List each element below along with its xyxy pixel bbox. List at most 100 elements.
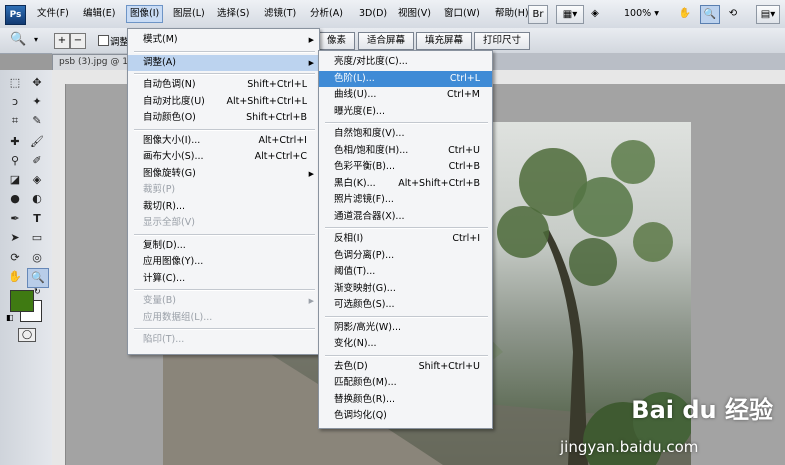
swap-colors-icon[interactable]: ↻ [34,287,41,296]
paint-bucket-icon[interactable]: ◈ [27,171,47,189]
adjust-menu-item[interactable]: 可选颜色(S)... [319,297,492,313]
print-size-button[interactable]: 打印尺寸 [474,32,531,50]
adjust-menu-item[interactable]: 色阶(L)... Ctrl+L [319,70,492,87]
eyedropper-icon[interactable]: ✎ [27,112,47,130]
rectangle-tool-icon[interactable]: ▭ [27,229,47,247]
menu-separator [134,328,315,330]
image-menu-item[interactable]: 画布大小(S)... Alt+Ctrl+C [128,149,319,165]
image-menu-item-shortcut: Shift+Ctrl+B [246,112,307,123]
zoom-in-icon[interactable]: + [54,33,70,49]
menu-9[interactable]: 窗口(W) [441,6,483,22]
adjust-menu-item[interactable]: 阴影/高光(W)... [319,320,492,336]
image-menu-item[interactable]: 图像旋转(G) ▶ [128,166,319,182]
image-menu-item[interactable]: 计算(C)... [128,271,319,287]
menu-10[interactable]: 帮助(H) [492,6,532,22]
bridge-icon[interactable]: Br [528,5,548,24]
menu-3[interactable]: 图层(L) [170,6,208,22]
blur-tool-icon[interactable]: ● [5,190,25,208]
menu-5[interactable]: 滤镜(T) [261,6,299,22]
menu-0[interactable]: 文件(F) [34,6,72,22]
hand-tool-icon[interactable]: ✋ [5,268,25,286]
menu-8[interactable]: 视图(V) [395,6,434,22]
adjust-menu-item[interactable]: 自然饱和度(V)... [319,126,492,142]
marquee-tool-icon[interactable]: ⬚ [5,74,25,92]
rotate-icon[interactable]: ⟲ [724,5,742,22]
image-menu-item-label: 图像旋转(G) [143,167,196,179]
adjust-menu-item[interactable]: 变化(N)... [319,336,492,352]
adjust-menu-item[interactable]: 替换颜色(R)... [319,392,492,408]
adjust-menu-item[interactable]: 亮度/对比度(C)... [319,54,492,70]
image-menu-item-label: 复制(D)... [143,239,186,251]
magic-wand-icon[interactable]: ✦ [27,93,47,111]
type-tool-icon[interactable]: T [27,210,47,228]
menu-7[interactable]: 3D(D) [356,6,390,22]
image-menu-item-shortcut: Shift+Ctrl+L [247,79,307,90]
layout-icon[interactable]: ▦▾ [556,5,584,24]
image-menu-item[interactable]: 复制(D)... [128,238,319,254]
adjust-menu-item[interactable]: 渐变映射(G)... [319,281,492,297]
menu-6[interactable]: 分析(A) [307,6,346,22]
menu-2[interactable]: 图像(I) [126,5,164,23]
adjust-menu-item[interactable]: 色调分离(P)... [319,248,492,264]
image-menu-item[interactable]: 自动对比度(U) Alt+Shift+Ctrl+L [128,94,319,110]
zoom-tool-icon[interactable]: 🔍 [10,32,26,47]
fit-screen-button[interactable]: 适合屏幕 [358,32,415,50]
clone-stamp-icon[interactable]: ⚲ [5,152,25,170]
zoom-tool-icon[interactable]: 🔍 [27,268,49,288]
adjust-menu-item[interactable]: 匹配颜色(M)... [319,375,492,391]
image-menu-item: 显示全部(V) [128,215,319,231]
adjust-menu-item[interactable]: 通道混合器(X)... [319,209,492,225]
path-select-icon[interactable]: ➤ [5,229,25,247]
3d-rotate-icon[interactable]: ⟳ [5,249,25,267]
image-menu-item[interactable]: 调整(A) ▶ [128,54,319,71]
healing-brush-icon[interactable]: ✚ [5,133,25,151]
adjust-menu-item[interactable]: 去色(D) Shift+Ctrl+U [319,359,492,375]
brush-tool-icon[interactable]: 🖌 [27,133,47,151]
quick-mask-icon[interactable]: ◯ [18,328,36,342]
chevron-down-icon[interactable]: ▾ [34,35,38,44]
adjust-menu-item-label: 色彩平衡(B)... [334,161,395,172]
adjust-menu-item-shortcut: Ctrl+U [448,144,480,156]
image-menu-item[interactable]: 模式(M) ▶ [128,32,319,48]
eraser-icon[interactable]: ◪ [5,171,25,189]
dodge-tool-icon[interactable]: ◐ [27,190,47,208]
adjust-menu-item[interactable]: 曲线(U)... Ctrl+M [319,87,492,103]
pen-tool-icon[interactable]: ✒ [5,210,25,228]
menu-1[interactable]: 编辑(E) [80,6,118,22]
image-menu-item[interactable]: 裁切(R)... [128,199,319,215]
fill-screen-button[interactable]: 填充屏幕 [416,32,473,50]
image-menu-item[interactable]: 自动色调(N) Shift+Ctrl+L [128,77,319,93]
image-menu-item[interactable]: 应用图像(Y)... [128,254,319,270]
default-colors-icon[interactable]: ◧ [6,313,14,322]
workspace-icon[interactable]: ▤▾ [756,5,780,24]
adjust-menu-item[interactable]: 照片滤镜(F)... [319,192,492,208]
3d-orbit-icon[interactable]: ◎ [27,249,47,267]
adjust-menu-item[interactable]: 黑白(K)... Alt+Shift+Ctrl+B [319,176,492,192]
adjust-menu-item[interactable]: 色调均化(Q) [319,408,492,424]
image-menu-item[interactable]: 自动颜色(O) Shift+Ctrl+B [128,110,319,126]
menu-4[interactable]: 选择(S) [214,6,252,22]
adjust-menu-item[interactable]: 反相(I) Ctrl+I [319,231,492,247]
adjust-menu-item[interactable]: 色彩平衡(B)... Ctrl+B [319,159,492,175]
adjust-menu-item-label: 渐变映射(G)... [334,282,396,294]
image-menu-item[interactable]: 图像大小(I)... Alt+Ctrl+I [128,133,319,149]
adjust-menu-item[interactable]: 色相/饱和度(H)... Ctrl+U [319,143,492,159]
adjust-menu-item-shortcut: Ctrl+B [448,161,480,172]
lasso-tool-icon[interactable]: ↄ [5,93,25,111]
move-tool-icon[interactable]: ✥ [27,74,47,92]
menu-bar: Ps 文件(F) 编辑(E) 图像(I) 图层(L) 选择(S) 滤镜(T) 分析(A) 3D… [0,0,785,29]
foreground-color-swatch[interactable] [10,290,34,312]
image-menu-item-label: 陷印(T)... [143,334,185,345]
crop-tool-icon[interactable]: ⌗ [5,112,25,130]
adjust-menu-item[interactable]: 曝光度(E)... [319,104,492,120]
history-brush-icon[interactable]: ✐ [27,152,47,170]
zoom-out-icon[interactable]: − [70,33,86,49]
resize-checkbox[interactable] [98,35,109,46]
hand-icon[interactable]: ✋ [676,5,694,22]
zoom-level-dropdown[interactable]: 100% ▾ [624,8,659,19]
adjust-menu-item-shortcut: Ctrl+I [452,233,480,244]
zoom-icon[interactable]: 🔍 [700,5,720,24]
adjust-menu-item[interactable]: 阈值(T)... [319,264,492,280]
adjust-menu-item-label: 匹配颜色(M)... [334,377,397,388]
actual-pixels-button[interactable]: 像素 [318,32,356,50]
